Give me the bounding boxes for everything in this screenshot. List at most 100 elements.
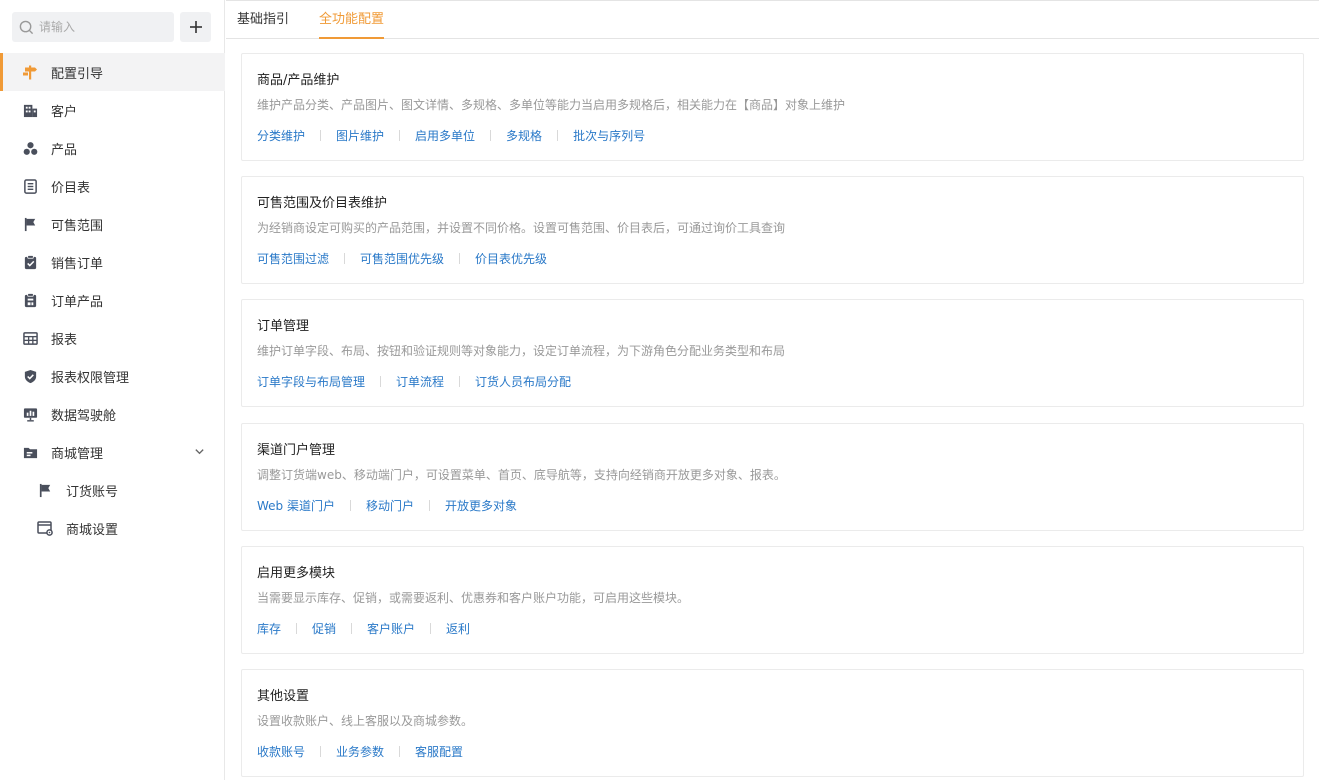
- sidebar-item-label: 可售范围: [51, 218, 104, 234]
- link-separator: [351, 623, 353, 634]
- sidebar-item-report-permissions[interactable]: 报表权限管理: [0, 357, 225, 395]
- link-web-channel-portal[interactable]: Web 渠道门户: [257, 497, 335, 514]
- chevron-down-icon[interactable]: [194, 446, 205, 457]
- tab-full-config[interactable]: 全功能配置: [319, 1, 385, 39]
- link-separator: [380, 376, 382, 387]
- sidebar-item-label: 报表权限管理: [51, 370, 130, 386]
- link-saleable-range-filter[interactable]: 可售范围过滤: [257, 250, 329, 267]
- card-links: 分类维护 图片维护 启用多单位 多规格 批次与序列号: [257, 127, 645, 144]
- card-title: 可售范围及价目表维护: [257, 196, 388, 211]
- flag-icon: [37, 482, 53, 498]
- shield-check-icon: [22, 368, 38, 384]
- tab-bar: 基础指引 全功能配置: [226, 0, 1319, 39]
- sidebar-item-mall-settings[interactable]: 商城设置: [0, 509, 225, 547]
- sidebar-item-label: 客户: [51, 104, 78, 120]
- sidebar-item-config-guide[interactable]: 配置引导: [0, 53, 225, 91]
- sidebar-item-customer[interactable]: 客户: [0, 91, 225, 129]
- card-links: Web 渠道门户 移动门户 开放更多对象: [257, 497, 517, 514]
- sidebar-item-data-cockpit[interactable]: 数据驾驶舱: [0, 395, 225, 433]
- search-row: [12, 12, 212, 42]
- tab-basic-guide[interactable]: 基础指引: [237, 1, 289, 39]
- card-description: 设置收款账户、线上客服以及商城参数。: [257, 714, 474, 728]
- link-rebate[interactable]: 返利: [446, 620, 470, 637]
- card-title: 启用更多模块: [257, 566, 336, 581]
- card-order-management: 订单管理 维护订单字段、布局、按钮和验证规则等对象能力，设定订单流程，为下游角色…: [241, 299, 1304, 407]
- sidebar-item-saleable-range[interactable]: 可售范围: [0, 205, 225, 243]
- card-title: 其他设置: [257, 689, 310, 704]
- link-promotion[interactable]: 促销: [312, 620, 336, 637]
- sidebar-item-price-list[interactable]: 价目表: [0, 167, 225, 205]
- sidebar-item-label: 数据驾驶舱: [51, 408, 117, 424]
- building-icon: [22, 102, 38, 118]
- card-channel-portal: 渠道门户管理 调整订货端web、移动端门户，可设置菜单、首页、底导航等，支持向经…: [241, 423, 1304, 531]
- card-links: 订单字段与布局管理 订单流程 订货人员布局分配: [257, 373, 571, 390]
- link-image-maintenance[interactable]: 图片维护: [336, 127, 384, 144]
- link-inventory[interactable]: 库存: [257, 620, 281, 637]
- sidebar-item-label: 产品: [51, 142, 78, 158]
- sidebar-item-order-product[interactable]: 订单产品: [0, 281, 225, 319]
- card-title: 订单管理: [257, 319, 310, 334]
- card-title: 渠道门户管理: [257, 443, 336, 458]
- link-order-flow[interactable]: 订单流程: [396, 373, 444, 390]
- signpost-icon: [22, 64, 38, 80]
- link-order-fields-layout[interactable]: 订单字段与布局管理: [257, 373, 365, 390]
- link-separator: [344, 253, 346, 264]
- card-links: 可售范围过滤 可售范围优先级 价目表优先级: [257, 250, 547, 267]
- card-other-settings: 其他设置 设置收款账户、线上客服以及商城参数。 收款账号 业务参数 客服配置: [241, 669, 1304, 777]
- table-icon: [22, 330, 38, 346]
- sidebar-item-sales-order[interactable]: 销售订单: [0, 243, 225, 281]
- link-separator: [459, 253, 461, 264]
- card-description: 维护产品分类、产品图片、图文详情、多规格、多单位等能力当启用多规格后，相关能力在…: [257, 98, 846, 112]
- card-links: 库存 促销 客户账户 返利: [257, 620, 470, 637]
- dashboard-icon: [22, 406, 38, 422]
- link-open-more-objects[interactable]: 开放更多对象: [445, 497, 517, 514]
- link-price-list-priority[interactable]: 价目表优先级: [475, 250, 547, 267]
- link-saleable-range-priority[interactable]: 可售范围优先级: [360, 250, 444, 267]
- link-separator: [459, 376, 461, 387]
- sidebar-item-report[interactable]: 报表: [0, 319, 225, 357]
- sidebar-item-label: 价目表: [51, 180, 91, 196]
- sidebar-item-label: 商城管理: [51, 446, 104, 462]
- search-icon: [19, 20, 34, 34]
- link-payment-account[interactable]: 收款账号: [257, 743, 305, 760]
- link-customer-service-config[interactable]: 客服配置: [415, 743, 463, 760]
- card-description: 当需要显示库存、促销，或需要返利、优惠券和客户账户功能，可启用这些模块。: [257, 591, 690, 605]
- card-description: 为经销商设定可购买的产品范围，并设置不同价格。设置可售范围、价目表后，可通过询价…: [257, 221, 786, 235]
- document-list-icon: [22, 178, 38, 194]
- link-separator: [429, 500, 430, 511]
- card-description: 维护订单字段、布局、按钮和验证规则等对象能力，设定订单流程，为下游角色分配业务类…: [257, 344, 786, 358]
- link-enable-multi-unit[interactable]: 启用多单位: [415, 127, 475, 144]
- link-separator: [349, 500, 351, 511]
- card-enable-more-modules: 启用更多模块 当需要显示库存、促销，或需要返利、优惠券和客户账户功能，可启用这些…: [241, 546, 1304, 654]
- search-box[interactable]: [12, 12, 174, 42]
- clipboard-check-icon: [22, 254, 38, 270]
- link-separator: [320, 130, 322, 141]
- link-multi-spec[interactable]: 多规格: [506, 127, 542, 144]
- sidebar-item-label: 订货账号: [66, 484, 119, 500]
- card-title: 商品/产品维护: [257, 73, 340, 88]
- sidebar-item-product[interactable]: 产品: [0, 129, 225, 167]
- add-button[interactable]: [180, 12, 211, 42]
- link-category-maintenance[interactable]: 分类维护: [257, 127, 305, 144]
- sidebar: 配置引导 客户 产品: [0, 0, 225, 780]
- sidebar-item-label: 订单产品: [51, 294, 104, 310]
- link-customer-account[interactable]: 客户账户: [367, 620, 415, 637]
- link-separator: [430, 623, 432, 634]
- link-mobile-portal[interactable]: 移动门户: [366, 497, 414, 514]
- link-orderer-layout-assignment[interactable]: 订货人员布局分配: [475, 373, 571, 390]
- link-separator: [557, 130, 559, 141]
- sidebar-item-mall-management[interactable]: 商城管理: [0, 433, 225, 471]
- search-input[interactable]: [39, 13, 159, 41]
- main-content: 基础指引 全功能配置 商品/产品维护 维护产品分类、产品图片、图文详情、多规格、…: [226, 0, 1319, 780]
- link-business-params[interactable]: 业务参数: [336, 743, 384, 760]
- link-separator: [296, 623, 298, 634]
- sidebar-item-order-account[interactable]: 订货账号: [0, 471, 225, 509]
- card-saleable-range-price-list: 可售范围及价目表维护 为经销商设定可购买的产品范围，并设置不同价格。设置可售范围…: [241, 176, 1304, 284]
- link-separator: [399, 746, 401, 757]
- sidebar-item-label: 报表: [51, 332, 78, 348]
- link-batch-serial[interactable]: 批次与序列号: [573, 127, 645, 144]
- cubes-icon: [22, 140, 38, 156]
- sidebar-item-label: 配置引导: [51, 66, 104, 82]
- card-description: 调整订货端web、移动端门户，可设置菜单、首页、底导航等，支持向经销商开放更多对…: [257, 468, 786, 482]
- sidebar-item-label: 销售订单: [51, 256, 104, 272]
